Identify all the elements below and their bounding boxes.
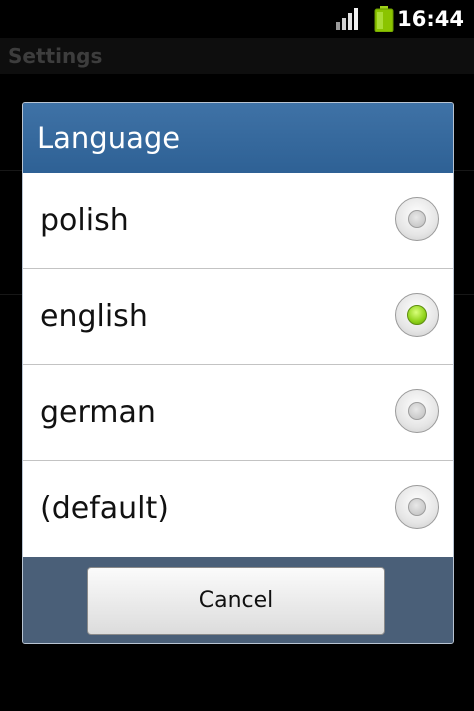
dialog-footer: Cancel xyxy=(23,557,453,643)
language-options-list: polish english german (default) xyxy=(23,173,453,557)
language-option-german[interactable]: german xyxy=(23,365,453,461)
status-bar: 16:44 xyxy=(0,0,474,38)
signal-bars-icon xyxy=(336,8,358,30)
option-label: english xyxy=(40,299,148,334)
cancel-button[interactable]: Cancel xyxy=(87,567,385,635)
radio-button[interactable] xyxy=(395,197,439,241)
dialog-title: Language xyxy=(37,121,181,155)
language-option-english[interactable]: english xyxy=(23,269,453,365)
radio-dot-icon xyxy=(408,498,426,516)
battery-icon xyxy=(374,6,394,32)
dialog-header: Language xyxy=(23,103,453,173)
screen: 16:44 Settings Language polish english g… xyxy=(0,0,474,711)
option-label: polish xyxy=(40,203,129,238)
option-label: (default) xyxy=(40,491,169,526)
language-option-default[interactable]: (default) xyxy=(23,461,453,557)
radio-dot-icon xyxy=(408,402,426,420)
radio-button[interactable] xyxy=(395,485,439,529)
radio-button[interactable] xyxy=(395,389,439,433)
clock-time: 16:44 xyxy=(397,7,464,31)
radio-dot-icon xyxy=(407,305,427,325)
radio-dot-icon xyxy=(408,210,426,228)
language-dialog: Language polish english german (default)… xyxy=(22,102,454,644)
option-label: german xyxy=(40,395,156,430)
language-option-polish[interactable]: polish xyxy=(23,173,453,269)
radio-button-checked[interactable] xyxy=(395,293,439,337)
